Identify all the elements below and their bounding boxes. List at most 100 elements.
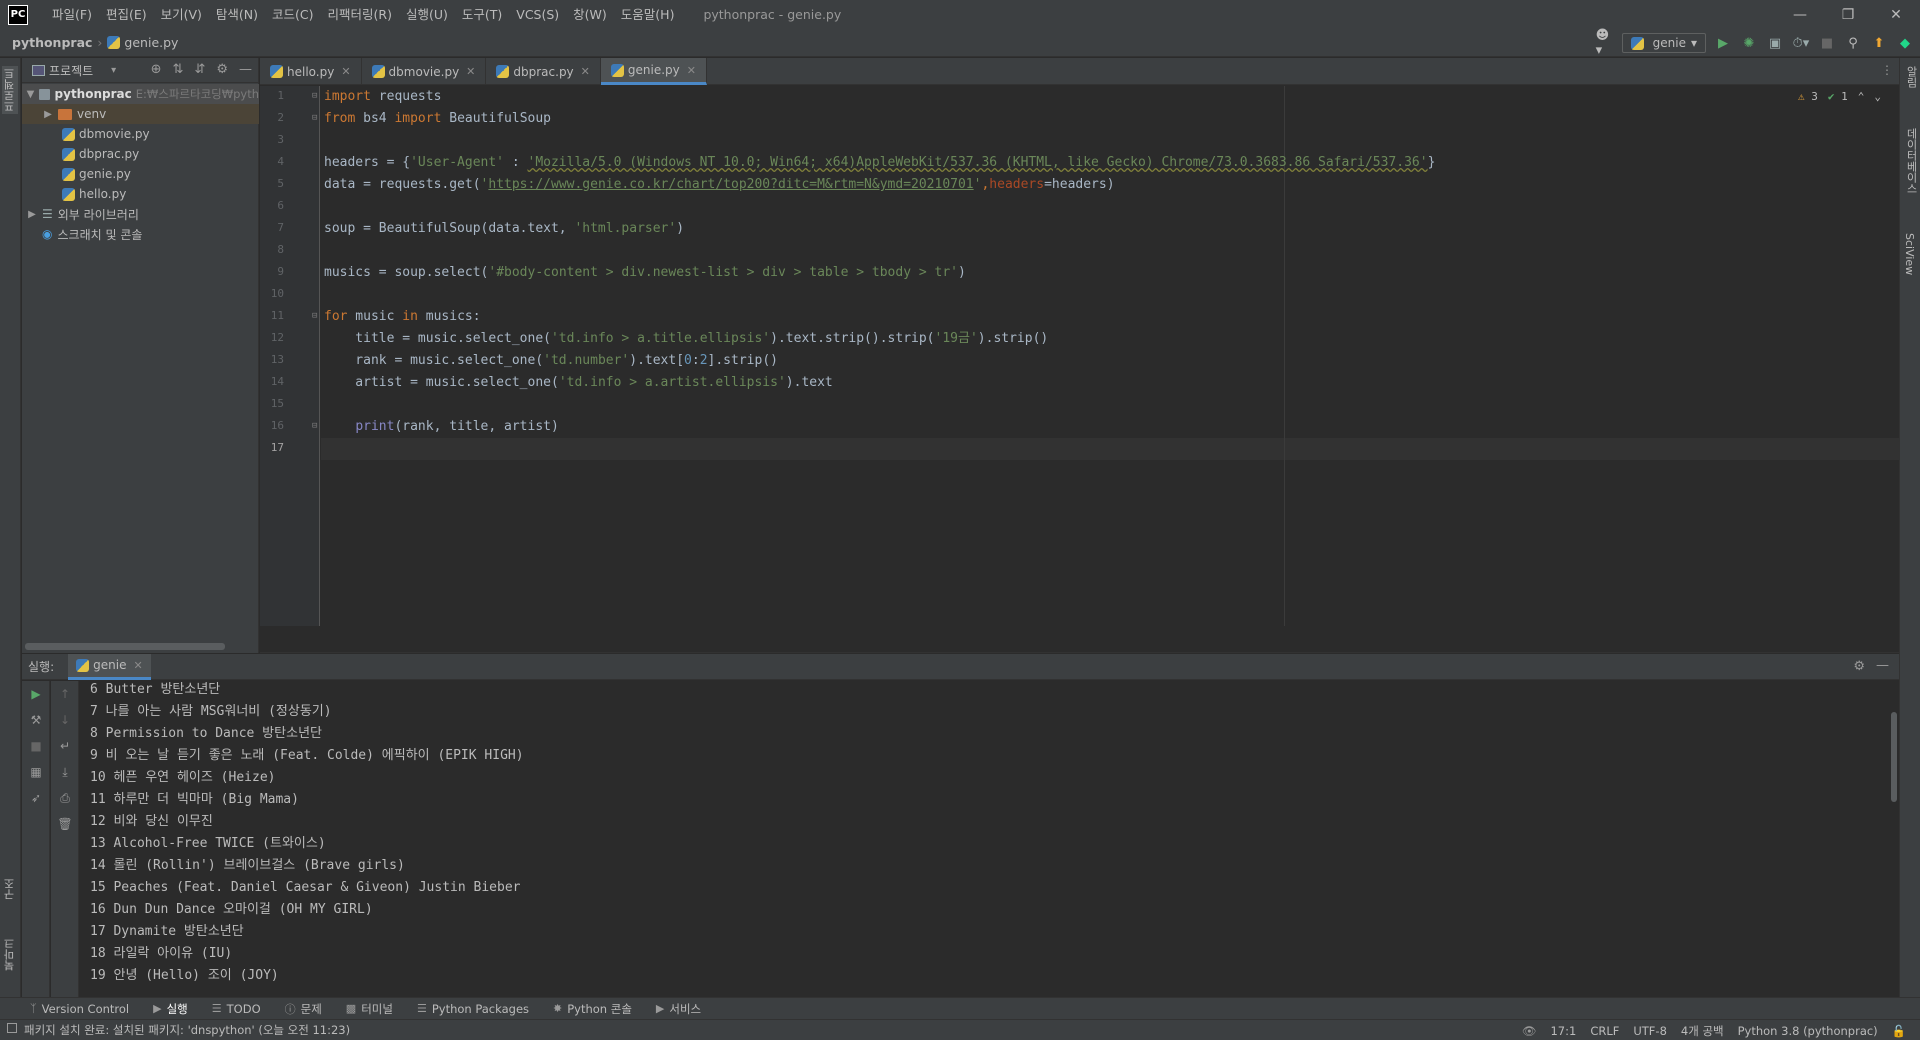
- chevron-down-icon[interactable]: ⌄: [1874, 90, 1881, 103]
- run-icon[interactable]: ▶: [1714, 34, 1732, 52]
- update-icon[interactable]: ⬆: [1870, 34, 1888, 52]
- fold-marker-icon[interactable]: ⊟: [312, 91, 317, 101]
- line-separator[interactable]: CRLF: [1590, 1024, 1619, 1038]
- tab-list-menu-icon[interactable]: ⋮: [1881, 63, 1893, 77]
- database-tool-tab[interactable]: 데이터베이스: [1903, 128, 1919, 194]
- tab-terminal[interactable]: ▩ 터미널: [346, 1001, 393, 1017]
- tab-todo[interactable]: ☰ TODO: [212, 1002, 261, 1016]
- soft-wrap-icon[interactable]: ↵: [57, 739, 73, 755]
- close-icon[interactable]: ✕: [1872, 0, 1920, 29]
- status-message[interactable]: 패키지 설치 완료: 설치된 패키지: 'dnspython' (오늘 오전 1…: [24, 1022, 350, 1038]
- trash-icon[interactable]: 🗑: [57, 817, 73, 833]
- menu-tools[interactable]: 도구(T): [455, 0, 509, 29]
- close-tab-icon[interactable]: ✕: [687, 64, 696, 77]
- fold-marker-icon[interactable]: ⊟: [312, 113, 317, 123]
- hide-icon[interactable]: —: [239, 62, 252, 77]
- breadcrumb-file[interactable]: genie.py: [124, 35, 178, 50]
- notifications-tool-tab[interactable]: 알림: [1903, 66, 1919, 88]
- tab-services[interactable]: ▶ 서비스: [656, 1001, 701, 1017]
- menu-code[interactable]: 코드(C): [265, 0, 320, 29]
- close-tab-icon[interactable]: ✕: [466, 65, 475, 78]
- gear-icon[interactable]: ⚙: [216, 62, 228, 77]
- project-panel-title[interactable]: 프로젝트: [49, 62, 93, 79]
- tree-item-dbmovie[interactable]: dbmovie.py: [22, 124, 259, 144]
- menu-edit[interactable]: 편집(E): [99, 0, 154, 29]
- collapse-all-icon[interactable]: ⇵: [194, 62, 205, 77]
- expand-all-icon[interactable]: ⇅: [173, 62, 184, 77]
- run-tab-genie[interactable]: genie ✕: [68, 653, 151, 680]
- tab-dbprac[interactable]: dbprac.py ✕: [486, 58, 601, 85]
- pin-icon[interactable]: ➶: [28, 791, 44, 807]
- chevron-up-icon[interactable]: ⌃: [1858, 90, 1865, 103]
- stop-icon[interactable]: ■: [28, 739, 44, 755]
- tree-item-scratches[interactable]: ◉ 스크래치 및 콘솔: [22, 224, 259, 244]
- tab-genie[interactable]: genie.py ✕: [600, 58, 707, 85]
- menu-file[interactable]: 파일(F): [45, 0, 99, 29]
- coverage-icon[interactable]: ▣: [1766, 34, 1784, 52]
- menu-refactor[interactable]: 리팩터링(R): [321, 0, 399, 29]
- sciview-tool-tab[interactable]: SciView: [1903, 233, 1916, 275]
- url-link[interactable]: https://www.genie.co.kr/chart/top200?dit…: [488, 177, 973, 192]
- menu-window[interactable]: 창(W): [566, 0, 614, 29]
- console-scrollbar[interactable]: [1891, 712, 1897, 802]
- close-tab-icon[interactable]: ✕: [581, 65, 590, 78]
- restore-icon[interactable]: ❐: [1824, 0, 1872, 29]
- lock-icon[interactable]: 🔓: [1892, 1024, 1906, 1038]
- code-editor[interactable]: ⚠ 3 ✔ 1 ⌃ ⌄ import requests from bs4 imp…: [321, 86, 1899, 626]
- breadcrumb-project[interactable]: pythonprac: [12, 35, 92, 50]
- layout-icon[interactable]: ▦: [28, 765, 44, 781]
- tab-python-packages[interactable]: ☰ Python Packages: [417, 1002, 529, 1016]
- file-encoding[interactable]: UTF-8: [1633, 1024, 1667, 1038]
- gear-icon[interactable]: ⚙: [1853, 659, 1865, 674]
- tab-problems[interactable]: ⓘ 문제: [285, 1001, 322, 1017]
- menu-view[interactable]: 보기(V): [154, 0, 209, 29]
- arrow-down-icon[interactable]: ↓: [57, 713, 73, 729]
- project-tool-tab[interactable]: 프로젝트: [2, 66, 18, 114]
- chevron-down-icon[interactable]: ▼: [26, 89, 35, 100]
- tab-version-control[interactable]: ᛉ Version Control: [30, 1002, 129, 1016]
- tree-item-venv[interactable]: ▶ venv: [22, 104, 259, 124]
- chevron-right-icon[interactable]: ▶: [42, 109, 54, 120]
- project-horizontal-scrollbar[interactable]: [25, 643, 225, 650]
- run-config-select[interactable]: genie ▾: [1621, 33, 1706, 53]
- chevron-down-icon[interactable]: ▾: [111, 65, 116, 76]
- menu-help[interactable]: 도움말(H): [614, 0, 682, 29]
- tab-run[interactable]: ▶ 실행: [153, 1001, 188, 1017]
- tree-item-dbprac[interactable]: dbprac.py: [22, 144, 259, 164]
- eye-icon[interactable]: 👁: [1522, 1024, 1537, 1038]
- tree-item-genie[interactable]: genie.py: [22, 164, 259, 184]
- ok-count[interactable]: ✔ 1: [1828, 90, 1848, 103]
- wrench-icon[interactable]: ⚒: [28, 713, 44, 729]
- jetbrains-icon[interactable]: ◆: [1896, 34, 1914, 52]
- scroll-to-end-icon[interactable]: ⤓: [57, 765, 73, 781]
- rerun-icon[interactable]: ▶: [28, 687, 44, 703]
- menu-navigate[interactable]: 탐색(N): [209, 0, 265, 29]
- close-tab-icon[interactable]: ✕: [133, 659, 142, 672]
- inspection-widget[interactable]: ⚠ 3 ✔ 1 ⌃ ⌄: [1798, 90, 1881, 103]
- fold-marker-icon[interactable]: ⊟: [312, 421, 317, 431]
- bookmarks-tool-tab[interactable]: 북마크: [2, 938, 18, 971]
- debug-icon[interactable]: ✺: [1740, 34, 1758, 52]
- arrow-up-icon[interactable]: ↑: [57, 687, 73, 703]
- indent-setting[interactable]: 4개 공백: [1681, 1023, 1724, 1039]
- search-icon[interactable]: ⚲: [1844, 34, 1862, 52]
- python-interpreter[interactable]: Python 3.8 (pythonprac): [1738, 1024, 1878, 1038]
- locate-icon[interactable]: ⊕: [151, 62, 162, 77]
- chevron-right-icon[interactable]: ▶: [26, 209, 38, 220]
- tab-dbmovie[interactable]: dbmovie.py ✕: [362, 58, 487, 85]
- minimize-icon[interactable]: —: [1776, 0, 1824, 29]
- user-icon[interactable]: ☻▾: [1596, 28, 1614, 58]
- menu-run[interactable]: 실행(U): [399, 0, 455, 29]
- menu-vcs[interactable]: VCS(S): [509, 0, 566, 29]
- close-tab-icon[interactable]: ✕: [341, 65, 350, 78]
- tab-python-console[interactable]: ✸ Python 콘솔: [553, 1001, 632, 1017]
- tree-item-hello[interactable]: hello.py: [22, 184, 259, 204]
- tree-item-external-libraries[interactable]: ▶ ☰ 외부 라이브러리: [22, 204, 259, 224]
- profile-icon[interactable]: ⏱▾: [1792, 34, 1810, 52]
- structure-tool-tab[interactable]: 구조: [2, 878, 18, 900]
- warning-count[interactable]: ⚠ 3: [1798, 90, 1818, 103]
- tree-root-pythonprac[interactable]: ▼ pythonprac E:₩스파르타코딩₩pyth: [22, 84, 259, 104]
- run-console-output[interactable]: 6 Butter 방탄소년단 7 나를 아는 사람 MSG워너비 (정상동기) …: [80, 681, 1899, 997]
- caret-position[interactable]: 17:1: [1550, 1024, 1576, 1038]
- stop-icon[interactable]: ■: [1818, 34, 1836, 52]
